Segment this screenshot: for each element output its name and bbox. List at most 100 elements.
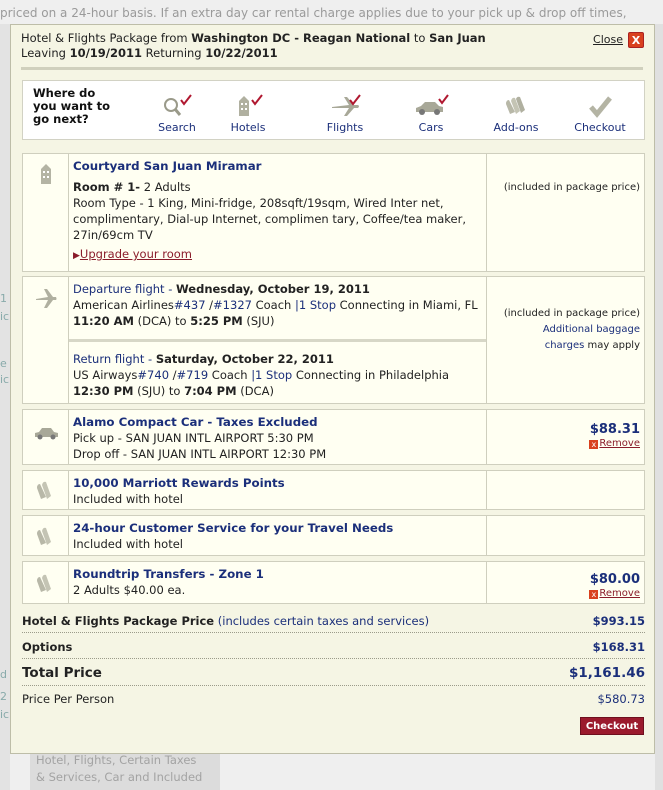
room-label: Room # 1-	[73, 180, 141, 194]
return-label: Return flight -	[73, 352, 156, 366]
addons-icon	[506, 96, 525, 114]
car-icon	[416, 94, 449, 115]
step-checkout[interactable]: Checkout	[564, 81, 636, 141]
remove-icon: x	[589, 440, 599, 449]
checkout-button[interactable]: Checkout	[580, 717, 644, 735]
connection-city: Connecting in Philadelphia	[292, 368, 450, 382]
background-summary-line: Hotel, Flights, Certain Taxes	[36, 753, 197, 767]
connection-city: Connecting in Miami, FL	[336, 298, 478, 312]
remove-car-button[interactable]: x Remove	[589, 438, 640, 449]
background-fragment: 1	[0, 292, 7, 305]
addon-name[interactable]: 24-hour Customer Service for your Travel…	[73, 520, 486, 536]
flight-separator: /	[169, 368, 177, 382]
step-label: Search	[158, 121, 196, 134]
destination-city: San Juan	[429, 31, 486, 45]
background-fragment: 2	[0, 690, 7, 703]
step-flights[interactable]: Flights	[309, 81, 381, 141]
car-pickup: Pick up - SAN JUAN INTL AIRPORT 5:30 PM	[73, 431, 314, 445]
header-leaving: Leaving	[21, 46, 70, 60]
step-cars[interactable]: Cars	[395, 81, 467, 141]
car-dropoff: Drop off - SAN JUAN INTL AIRPORT 12:30 P…	[73, 447, 327, 461]
upgrade-room-link[interactable]: Upgrade your room	[80, 247, 192, 261]
totals-divider	[22, 685, 645, 686]
addons-icon	[37, 574, 51, 592]
flights-included-note: (included in package price)	[503, 308, 640, 319]
package-price-label: Hotel & Flights Package Price (includes …	[22, 614, 429, 628]
addon-item: Roundtrip Transfers - Zone 1 2 Adults $4…	[22, 561, 645, 604]
remove-transfer-button[interactable]: x Remove	[589, 588, 640, 599]
addon-name[interactable]: Roundtrip Transfers - Zone 1	[73, 566, 486, 582]
background-summary: Hotel, Flights, Certain Taxes & Services…	[30, 750, 220, 790]
addons-icon	[37, 481, 51, 499]
room-info: Room # 1- 2 Adults	[73, 179, 486, 195]
checkmark-icon	[589, 96, 612, 118]
flight-number-link[interactable]: #1327	[213, 298, 252, 312]
step-hotels[interactable]: Hotels	[212, 81, 284, 141]
baggage-note-text: may apply	[584, 340, 641, 351]
background-fragment: ic	[0, 708, 10, 721]
hotel-details: Courtyard San Juan Miramar Room # 1- 2 A…	[69, 154, 486, 264]
magnifier-icon	[164, 94, 192, 116]
steps-question: Where do you want to go next?	[33, 86, 111, 126]
car-name[interactable]: Alamo Compact Car - Taxes Excluded	[73, 414, 486, 430]
totals-divider	[22, 632, 645, 633]
baggage-charges-link[interactable]: charges	[545, 340, 585, 351]
package-price: $993.15	[592, 614, 645, 628]
header-divider	[21, 67, 643, 70]
step-search[interactable]: Search	[141, 81, 213, 141]
remove-label: Remove	[599, 438, 640, 449]
flight-number-link[interactable]: #740	[137, 368, 169, 382]
background-summary-line: & Services, Car and Included	[36, 770, 203, 784]
flight-icon-cell	[23, 277, 69, 403]
addon-icon-cell	[23, 471, 69, 509]
arrival-time: 7:04 PM	[184, 384, 237, 398]
hotel-name[interactable]: Courtyard San Juan Miramar	[73, 158, 486, 174]
background-fragment: ic	[0, 373, 10, 386]
flight-legs-divider	[69, 339, 486, 342]
addon-details: 10,000 Marriott Rewards Points Included …	[69, 471, 486, 507]
departure-times: 11:20 AM (DCA) to 5:25 PM (SJU)	[73, 313, 486, 329]
options-price: $168.31	[592, 640, 645, 654]
step-label: Flights	[326, 121, 364, 134]
return-airline: US Airways	[73, 368, 138, 382]
addon-name[interactable]: 10,000 Marriott Rewards Points	[73, 475, 486, 491]
upgrade-room[interactable]: ▶Upgrade your room	[73, 246, 486, 264]
stops-link[interactable]: |1 Stop	[251, 368, 292, 382]
room-type: Room Type - 1 King, Mini-fridge, 208sqft…	[73, 196, 467, 242]
departure-date: Wednesday, October 19, 2011	[176, 282, 370, 296]
addon-details: Roundtrip Transfers - Zone 1 2 Adults $4…	[69, 562, 486, 598]
dialog-header: Hotel & Flights Package from Washington …	[21, 31, 486, 61]
cabin-class: Coach	[208, 368, 252, 382]
per-person-price: $580.73	[597, 692, 645, 706]
addon-details: 24-hour Customer Service for your Travel…	[69, 516, 486, 552]
hotel-icon-cell	[23, 154, 69, 271]
departure-heading: Departure flight - Wednesday, October 19…	[73, 281, 486, 297]
car-details: Alamo Compact Car - Taxes Excluded Pick …	[69, 410, 486, 462]
return-flight-date: Saturday, October 22, 2011	[155, 352, 334, 366]
step-addons[interactable]: Add-ons	[480, 81, 552, 141]
flight-details: Departure flight - Wednesday, October 19…	[69, 277, 486, 399]
origin-city: Washington DC - Reagan National	[191, 31, 411, 45]
flight-number-link[interactable]: #437	[174, 298, 206, 312]
hotel-price-cell: (included in package price)	[486, 154, 644, 271]
addon-icon-cell	[23, 562, 69, 603]
airplane-icon	[332, 94, 361, 116]
per-person-label: Price Per Person	[22, 692, 115, 706]
totals-divider	[22, 658, 645, 659]
stops-link[interactable]: |1 Stop	[295, 298, 336, 312]
return-date: 10/22/2011	[205, 46, 278, 60]
hotel-icon	[41, 164, 51, 184]
baggage-note: charges may apply	[504, 338, 640, 354]
departure-info: American Airlines#437 /#1327 Coach |1 St…	[73, 297, 486, 313]
addons-icon	[37, 527, 51, 545]
close-link[interactable]: Close	[593, 33, 623, 46]
departure-airport: (SJU) to	[133, 384, 185, 398]
hotel-included-note: (included in package price)	[503, 182, 640, 193]
arrival-time: 5:25 PM	[190, 314, 243, 328]
baggage-fees-link[interactable]: Additional baggage	[504, 322, 640, 338]
background-fragment: ic	[0, 310, 10, 323]
close-icon[interactable]: X	[628, 32, 644, 48]
hotel-item: Courtyard San Juan Miramar Room # 1- 2 A…	[22, 153, 645, 272]
flight-number-link[interactable]: #719	[177, 368, 209, 382]
step-label: Hotels	[230, 121, 266, 134]
